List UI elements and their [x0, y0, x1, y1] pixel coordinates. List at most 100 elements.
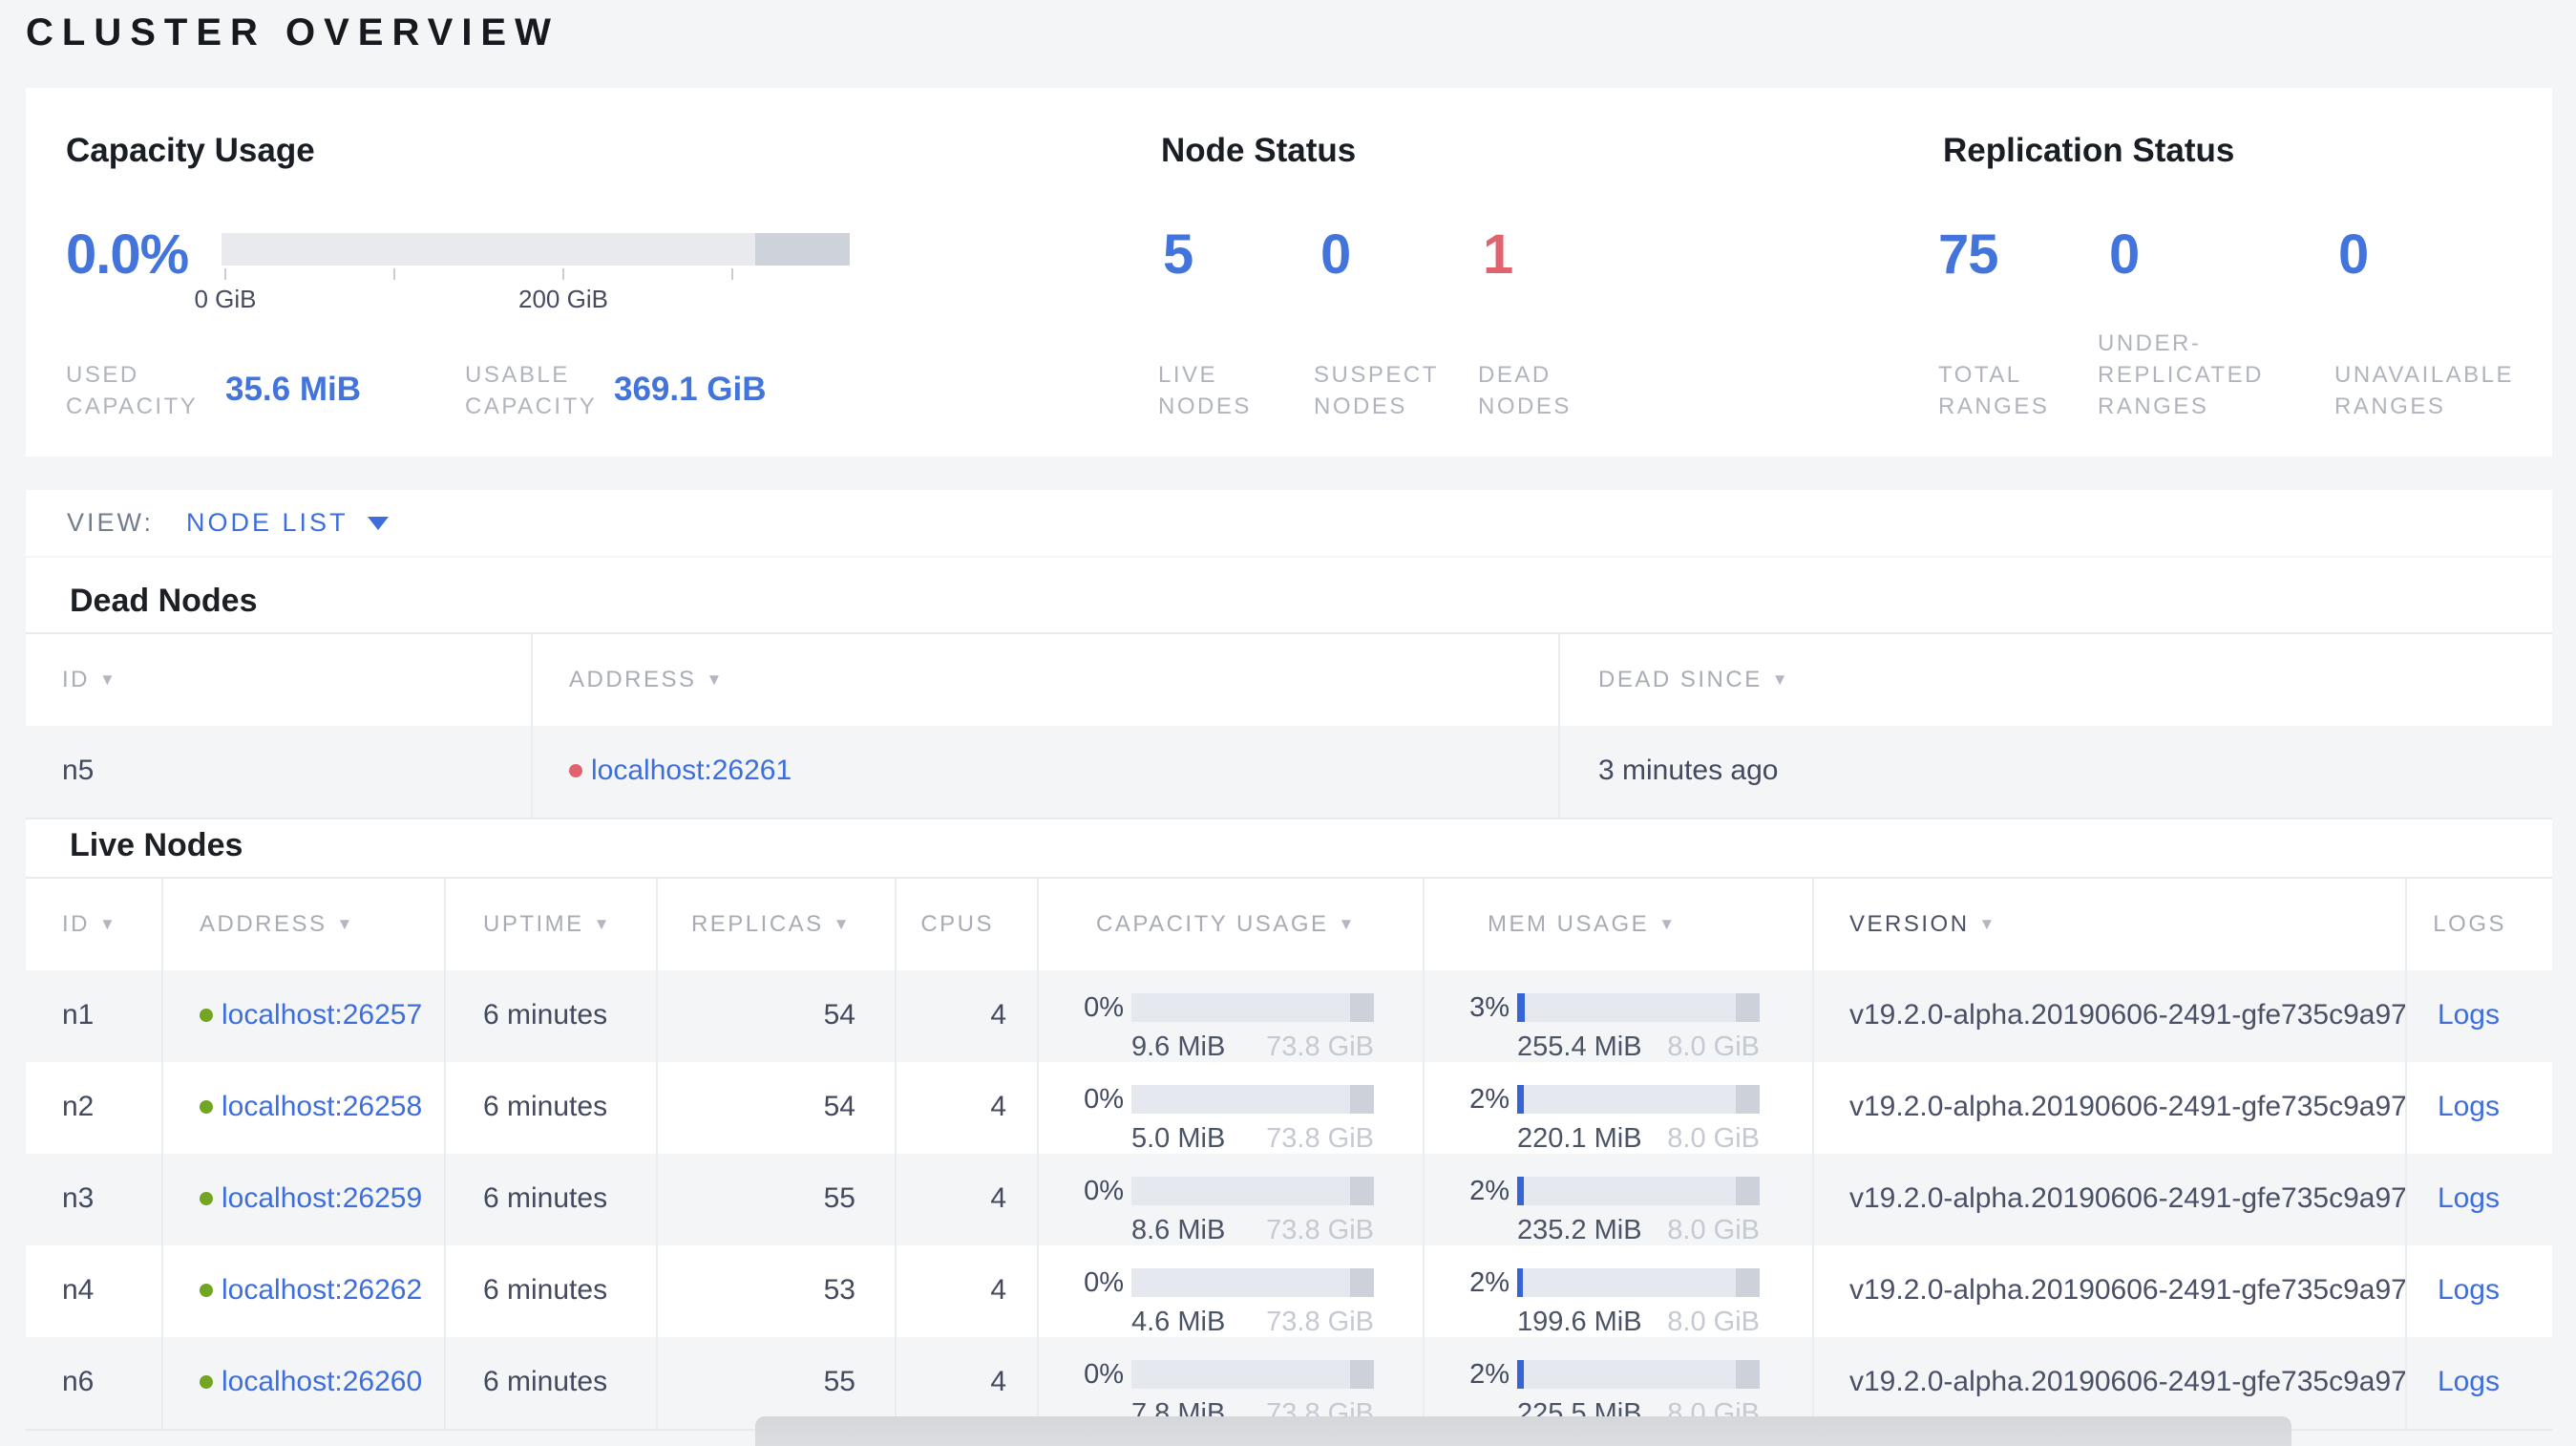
logs-link[interactable]: Logs: [2438, 999, 2500, 1031]
sort-desc-icon: ▼: [1658, 915, 1678, 933]
column-header-address[interactable]: ADDRESS ▼: [533, 634, 1560, 726]
live-node-dot-icon: [200, 1100, 213, 1114]
bottom-shadow: [755, 1416, 2291, 1446]
usage-reserved-segment: [1735, 1085, 1760, 1114]
dead-nodes-table: ID ▼ ADDRESS ▼ DEAD SINCE ▼ n5 localhost:26…: [26, 632, 2552, 819]
live-node-dot-icon: [200, 1284, 213, 1297]
column-header-address[interactable]: ADDRESS ▼: [163, 879, 446, 970]
node-address-link[interactable]: localhost:26258: [222, 1091, 422, 1123]
node-list-dropdown-value: NODE LIST: [186, 508, 348, 537]
logs-link[interactable]: Logs: [2438, 1366, 2500, 1397]
version-cell: v19.2.0-alpha.20190606-2491-gfe735c9a97: [1814, 970, 2407, 1062]
node-address-link[interactable]: localhost:26257: [222, 999, 422, 1031]
node-address-link[interactable]: localhost:26259: [222, 1182, 422, 1215]
logs-link[interactable]: Logs: [2438, 1182, 2500, 1214]
sort-desc-icon: ▼: [833, 915, 852, 933]
usage-bar-row: 0%: [1039, 1083, 1423, 1115]
node-address-link[interactable]: localhost:26262: [222, 1274, 422, 1307]
live-nodes-tbody: n1 localhost:26257 6 minutes 54 4 0% 9.6 MiB 73…: [26, 970, 2552, 1429]
cpus-cell: 4: [897, 1337, 1039, 1429]
address-wrap: localhost:26262: [200, 1274, 444, 1307]
table-row: n6 localhost:26260 6 minutes 55 4 0% 7.8 MiB 73…: [26, 1337, 2552, 1429]
column-header-capacity-usage[interactable]: CAPACITY USAGE ▼: [1039, 879, 1425, 970]
sort-desc-icon: ▼: [1978, 915, 1997, 933]
address-wrap: localhost:26260: [200, 1366, 444, 1398]
node-list-dropdown[interactable]: NODE LIST: [186, 508, 389, 538]
node-address-link[interactable]: localhost:26261: [591, 755, 792, 787]
address-cell: localhost:26261: [533, 726, 1560, 818]
replicas-cell: 55: [658, 1154, 897, 1245]
under-replicated-ranges-label: UNDER- REPLICATED RANGES: [2098, 330, 2264, 419]
column-header-version[interactable]: VERSION ▼: [1814, 879, 2407, 970]
logs-cell: Logs: [2407, 1062, 2552, 1154]
live-nodes-count: 5: [1163, 223, 1193, 286]
mem-usage-cell: 2% 199.6 MiB 8.0 GiB: [1425, 1245, 1814, 1337]
usage-bar-row: 0%: [1039, 1358, 1423, 1390]
logs-cell: Logs: [2407, 970, 2552, 1062]
capacity-usage-cell: 0% 9.6 MiB 73.8 GiB: [1039, 970, 1425, 1062]
usage-reserved-segment: [1735, 1177, 1760, 1205]
suspect-nodes-count: 0: [1320, 223, 1351, 286]
node-id-cell: n5: [26, 726, 533, 818]
uptime-cell: 6 minutes: [446, 1062, 658, 1154]
view-label: VIEW:: [67, 508, 155, 537]
usage-bar-row: 3%: [1425, 992, 1812, 1023]
usage-bar-row: 0%: [1039, 991, 1423, 1023]
usage-bar: [1517, 993, 1760, 1022]
node-address-link[interactable]: localhost:26260: [222, 1366, 422, 1398]
column-header-mem-usage[interactable]: MEM USAGE ▼: [1425, 879, 1814, 970]
logs-link[interactable]: Logs: [2438, 1274, 2500, 1306]
sort-desc-icon: ▼: [706, 670, 725, 689]
usage-percent: 0%: [1084, 1083, 1124, 1115]
node-id-cell: n6: [26, 1337, 163, 1429]
replicas-cell: 55: [658, 1337, 897, 1429]
usage-values: 220.1 MiB 8.0 GiB: [1517, 1123, 1760, 1154]
usage-percent: 0%: [1084, 991, 1124, 1023]
logs-cell: Logs: [2407, 1245, 2552, 1337]
capacity-bar-reserved-segment: [755, 233, 850, 266]
table-row: n3 localhost:26259 6 minutes 55 4 0% 8.6 MiB 73…: [26, 1154, 2552, 1245]
column-header-id[interactable]: ID ▼: [26, 634, 533, 726]
version-cell: v19.2.0-alpha.20190606-2491-gfe735c9a97: [1814, 1062, 2407, 1154]
column-header-replicas[interactable]: REPLICAS ▼: [658, 879, 897, 970]
mem-usage-cell: 2% 225.5 MiB 8.0 GiB: [1425, 1337, 1814, 1429]
usage-used-value: 5.0 MiB: [1131, 1123, 1226, 1154]
column-header-cpus: CPUS: [897, 879, 1039, 970]
column-header-dead-since[interactable]: DEAD SINCE ▼: [1560, 634, 2552, 726]
view-bar: VIEW: NODE LIST: [26, 490, 2552, 556]
logs-link[interactable]: Logs: [2438, 1091, 2500, 1122]
usage-reserved-segment: [1735, 993, 1760, 1022]
sort-desc-icon: ▼: [1338, 915, 1357, 933]
table-row: n2 localhost:26258 6 minutes 54 4 0% 5.0 MiB 73…: [26, 1062, 2552, 1154]
live-nodes-heading: Live Nodes: [70, 827, 243, 863]
used-capacity-label: USED CAPACITY: [66, 362, 199, 419]
version-cell: v19.2.0-alpha.20190606-2491-gfe735c9a97: [1814, 1245, 2407, 1337]
cpus-cell: 4: [897, 1154, 1039, 1245]
usage-fill: [1517, 1085, 1524, 1114]
live-node-dot-icon: [200, 1192, 213, 1205]
column-header-uptime[interactable]: UPTIME ▼: [446, 879, 658, 970]
capacity-usage-cell: 0% 5.0 MiB 73.8 GiB: [1039, 1062, 1425, 1154]
usage-used-value: 199.6 MiB: [1517, 1307, 1642, 1337]
sort-desc-icon: ▼: [336, 915, 355, 933]
usage-percent: 0%: [1084, 1266, 1124, 1298]
usage-total-value: 73.8 GiB: [1266, 1307, 1374, 1337]
usage-percent: 2%: [1469, 1175, 1510, 1206]
usage-bar-row: 0%: [1039, 1266, 1423, 1298]
node-id-cell: n2: [26, 1062, 163, 1154]
node-id-cell: n3: [26, 1154, 163, 1245]
replicas-cell: 54: [658, 970, 897, 1062]
usage-percent: 2%: [1469, 1083, 1510, 1115]
axis-tick-label: 0 GiB: [194, 285, 257, 313]
usage-percent: 0%: [1084, 1358, 1124, 1390]
usage-values: 199.6 MiB 8.0 GiB: [1517, 1307, 1760, 1337]
table-row: n4 localhost:26262 6 minutes 53 4 0% 4.6 MiB 73…: [26, 1245, 2552, 1337]
usage-bar: [1517, 1085, 1760, 1114]
node-id-cell: n4: [26, 1245, 163, 1337]
uptime-cell: 6 minutes: [446, 1245, 658, 1337]
dead-nodes-table-header: ID ▼ ADDRESS ▼ DEAD SINCE ▼: [26, 634, 2552, 726]
usable-capacity-value: 369.1 GiB: [614, 371, 767, 408]
usage-bar: [1131, 1085, 1374, 1114]
column-header-id[interactable]: ID ▼: [26, 879, 163, 970]
usage-total-value: 8.0 GiB: [1667, 1215, 1760, 1245]
